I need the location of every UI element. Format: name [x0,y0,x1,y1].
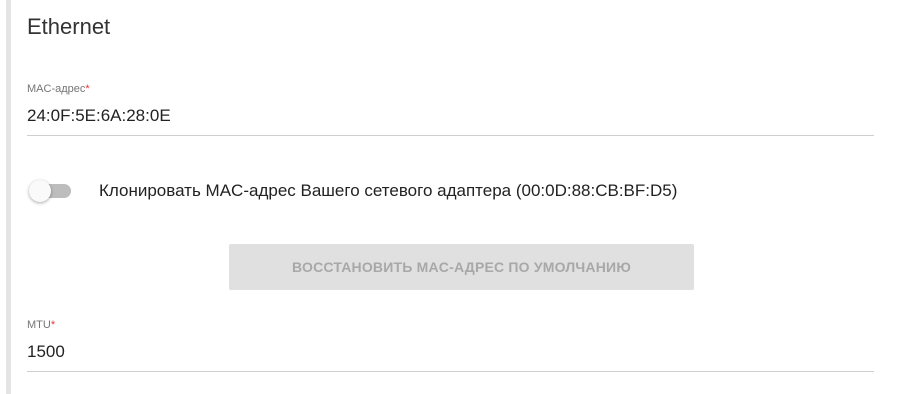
mtu-input[interactable] [27,341,874,363]
restore-default-mac-button[interactable]: ВОССТАНОВИТЬ MAC-АДРЕС ПО УМОЛЧАНИЮ [229,244,694,290]
clone-mac-toggle[interactable] [27,178,75,204]
mac-address-label-text: MAC-адрес [27,83,86,95]
mtu-label-text: MTU [27,319,51,331]
page: Ethernet MAC-адрес* Клонировать MAC-адре… [0,0,900,394]
mac-address-label: MAC-адрес* [27,82,874,96]
clone-mac-label: Клонировать MAC-адрес Вашего сетевого ад… [99,181,678,200]
required-mark: * [50,319,56,331]
mtu-label: MTU* [27,318,874,332]
mac-address-input[interactable] [27,105,874,127]
section-title: Ethernet [27,14,111,39]
mtu-underline [27,371,874,372]
toggle-thumb [29,180,51,202]
clone-mac-row: Клонировать MAC-адрес Вашего сетевого ад… [27,178,677,204]
mac-address-field: MAC-адрес* [27,82,874,136]
required-mark: * [85,83,90,95]
mac-address-underline [27,135,874,136]
mtu-field: MTU* [27,318,874,372]
